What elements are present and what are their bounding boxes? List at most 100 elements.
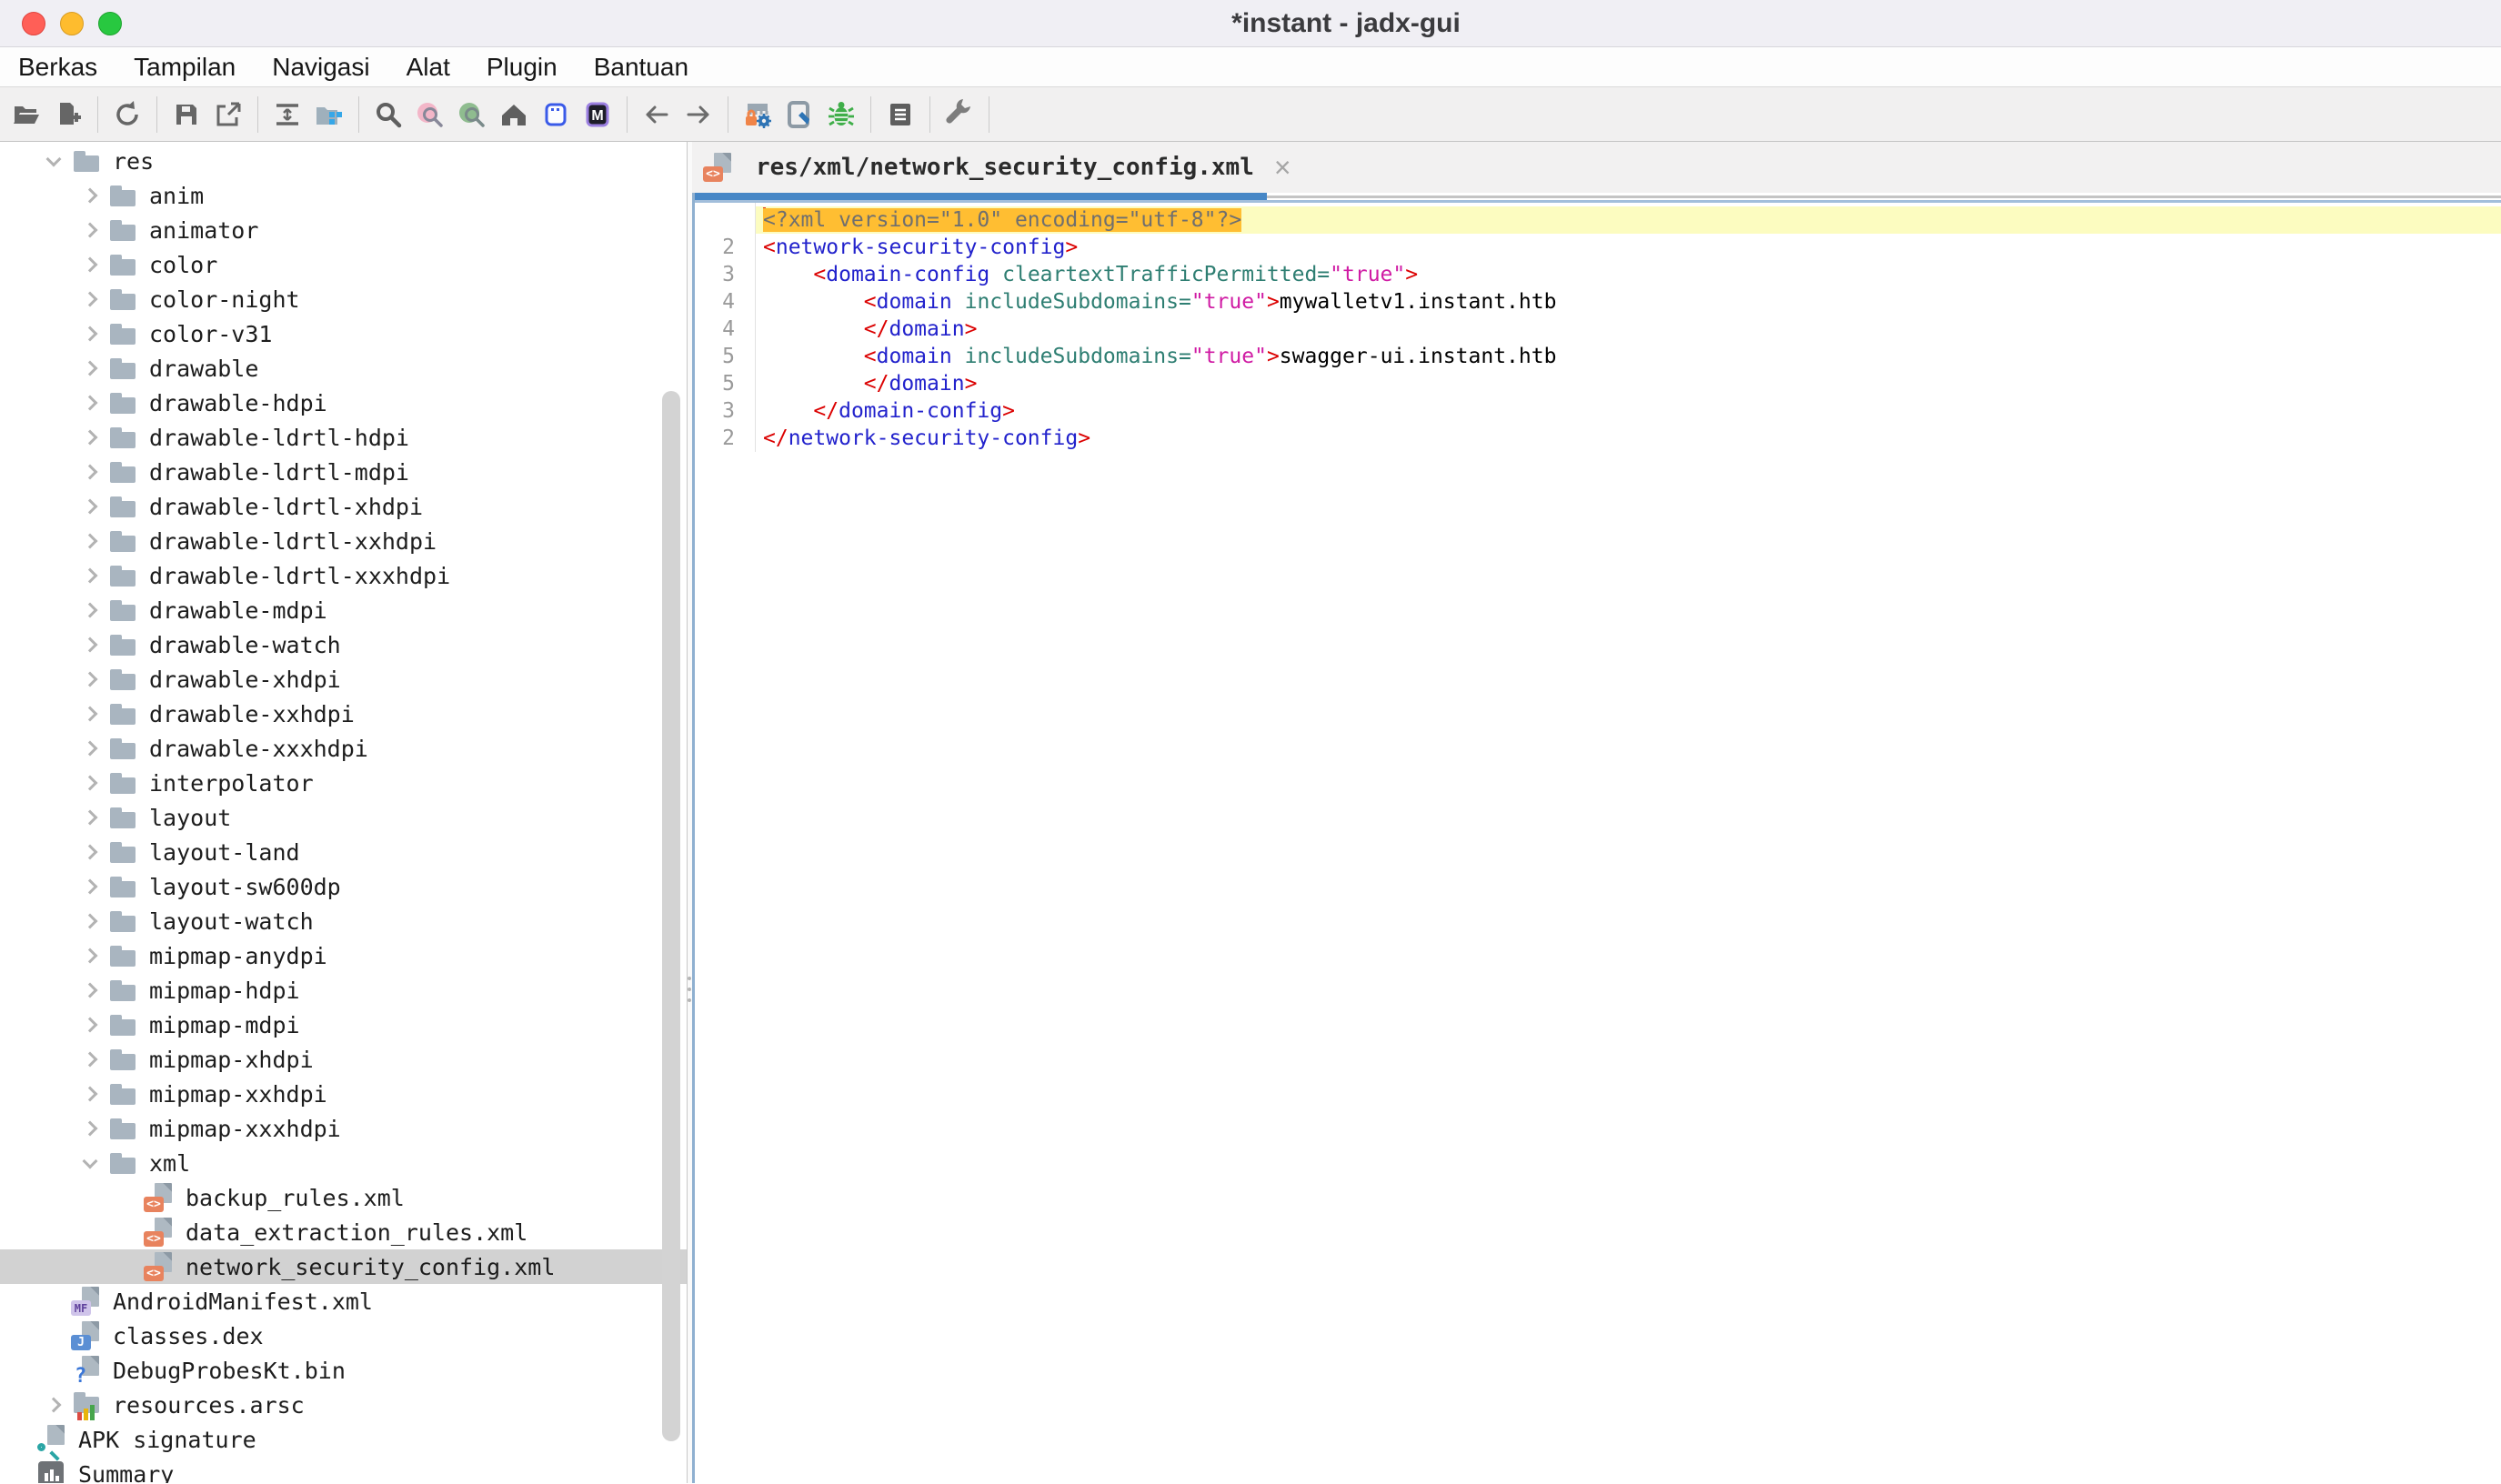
tree-row[interactable]: drawable-mdpi <box>0 593 687 627</box>
chevron-right-icon[interactable] <box>73 639 107 650</box>
tree-row[interactable]: classes.dex <box>0 1319 687 1353</box>
tree-row[interactable]: interpolator <box>0 766 687 800</box>
menu-tampilan[interactable]: Tampilan <box>116 53 254 82</box>
chevron-right-icon[interactable] <box>73 397 107 408</box>
code-text[interactable]: </domain> <box>755 370 2501 397</box>
code-text[interactable]: <network-security-config> <box>755 234 2501 261</box>
code-text[interactable]: </domain> <box>755 316 2501 343</box>
tree-row[interactable]: drawable-xhdpi <box>0 662 687 697</box>
tree-row[interactable]: APK signature <box>0 1422 687 1457</box>
tree-row[interactable]: mipmap-hdpi <box>0 973 687 1008</box>
tree-row[interactable]: mipmap-xxhdpi <box>0 1077 687 1111</box>
tree-row[interactable]: AndroidManifest.xml <box>0 1284 687 1319</box>
tree-row[interactable]: drawable-xxxhdpi <box>0 731 687 766</box>
chevron-right-icon[interactable] <box>73 294 107 305</box>
deobfuscation-button[interactable] <box>737 94 778 135</box>
device-preview-button[interactable] <box>535 94 577 135</box>
chevron-right-icon[interactable] <box>73 1088 107 1099</box>
tree-row[interactable]: xml <box>0 1146 687 1180</box>
tree-row[interactable]: layout-land <box>0 835 687 869</box>
tree-row[interactable]: drawable-ldrtl-hdpi <box>0 420 687 455</box>
chevron-right-icon[interactable] <box>36 1399 71 1410</box>
tree-row[interactable]: res <box>0 144 687 178</box>
chevron-right-icon[interactable] <box>73 225 107 236</box>
open-file-button[interactable] <box>5 94 47 135</box>
menu-navigasi[interactable]: Navigasi <box>254 53 387 82</box>
tree-row[interactable]: drawable-hdpi <box>0 386 687 420</box>
chevron-right-icon[interactable] <box>73 570 107 581</box>
tree-row[interactable]: network_security_config.xml <box>0 1249 687 1284</box>
chevron-right-icon[interactable] <box>73 812 107 823</box>
chevron-right-icon[interactable] <box>73 985 107 996</box>
chevron-right-icon[interactable] <box>73 1123 107 1134</box>
log-viewer-button[interactable] <box>879 94 921 135</box>
tree-row[interactable]: anim <box>0 178 687 213</box>
code-text[interactable]: </network-security-config> <box>755 425 2501 452</box>
chevron-right-icon[interactable] <box>73 777 107 788</box>
tree-row[interactable]: color-v31 <box>0 316 687 351</box>
debugger-button[interactable] <box>820 94 862 135</box>
tree-row[interactable]: mipmap-xxxhdpi <box>0 1111 687 1146</box>
tree-row[interactable]: layout-sw600dp <box>0 869 687 904</box>
code-text[interactable]: <?xml version="1.0" encoding="utf-8"?> <box>755 206 2501 234</box>
fit-width-button[interactable] <box>266 94 308 135</box>
tree-row[interactable]: data_extraction_rules.xml <box>0 1215 687 1249</box>
main-activity-button[interactable] <box>493 94 535 135</box>
code-text[interactable]: <domain-config cleartextTrafficPermitted… <box>755 261 2501 288</box>
chevron-right-icon[interactable] <box>73 916 107 927</box>
nav-back-button[interactable] <box>636 94 678 135</box>
chevron-right-icon[interactable] <box>73 432 107 443</box>
export-button[interactable] <box>207 94 249 135</box>
menu-bantuan[interactable]: Bantuan <box>576 53 707 82</box>
chevron-right-icon[interactable] <box>73 1054 107 1065</box>
tree-row[interactable]: DebugProbesKt.bin <box>0 1353 687 1388</box>
tree-row[interactable]: drawable <box>0 351 687 386</box>
chevron-right-icon[interactable] <box>73 950 107 961</box>
chevron-right-icon[interactable] <box>73 674 107 685</box>
chevron-right-icon[interactable] <box>73 847 107 857</box>
tree-row[interactable]: drawable-watch <box>0 627 687 662</box>
chevron-right-icon[interactable] <box>73 1019 107 1030</box>
code-text[interactable]: </domain-config> <box>755 397 2501 425</box>
class-search-button[interactable] <box>409 94 451 135</box>
chevron-right-icon[interactable] <box>73 708 107 719</box>
tree-row[interactable]: mipmap-mdpi <box>0 1008 687 1042</box>
tree-row[interactable]: drawable-xxhdpi <box>0 697 687 731</box>
menu-berkas[interactable]: Berkas <box>0 53 116 82</box>
tab-network-security-config[interactable]: res/xml/network_security_config.xml × <box>703 142 1291 193</box>
chevron-right-icon[interactable] <box>73 743 107 754</box>
tree-row[interactable]: drawable-ldrtl-xxxhdpi <box>0 558 687 593</box>
chevron-right-icon[interactable] <box>73 363 107 374</box>
nav-forward-button[interactable] <box>678 94 719 135</box>
adb-device-button[interactable] <box>778 94 820 135</box>
jadx-mascot-button[interactable]: M <box>577 94 618 135</box>
comment-search-button[interactable] <box>451 94 493 135</box>
global-search-button[interactable] <box>367 94 409 135</box>
menu-plugin[interactable]: Plugin <box>468 53 576 82</box>
tree-row[interactable]: mipmap-anydpi <box>0 938 687 973</box>
tree-row[interactable]: drawable-ldrtl-xhdpi <box>0 489 687 524</box>
code-text[interactable]: <domain includeSubdomains="true">mywalle… <box>755 288 2501 316</box>
tree-row[interactable]: animator <box>0 213 687 247</box>
chevron-right-icon[interactable] <box>73 259 107 270</box>
save-all-button[interactable] <box>166 94 207 135</box>
tree-row[interactable]: Summary <box>0 1457 687 1483</box>
tree-row[interactable]: mipmap-xhdpi <box>0 1042 687 1077</box>
tree-row[interactable]: color-night <box>0 282 687 316</box>
tree-scrollbar-thumb[interactable] <box>662 391 680 1441</box>
add-files-button[interactable] <box>47 94 89 135</box>
tree-row[interactable]: layout <box>0 800 687 835</box>
chevron-down-icon[interactable] <box>36 157 71 165</box>
tree-row[interactable]: resources.arsc <box>0 1388 687 1422</box>
chevron-right-icon[interactable] <box>73 605 107 616</box>
code-text[interactable]: <domain includeSubdomains="true">swagger… <box>755 343 2501 370</box>
chevron-right-icon[interactable] <box>73 536 107 546</box>
tree-row[interactable]: drawable-ldrtl-xxhdpi <box>0 524 687 558</box>
tree-row[interactable]: color <box>0 247 687 282</box>
chevron-right-icon[interactable] <box>73 881 107 892</box>
tree-row[interactable]: drawable-ldrtl-mdpi <box>0 455 687 489</box>
code-editor[interactable]: <?xml version="1.0" encoding="utf-8"?>2<… <box>695 203 2501 452</box>
tab-close-icon[interactable]: × <box>1274 153 1291 182</box>
chevron-right-icon[interactable] <box>73 466 107 477</box>
chevron-right-icon[interactable] <box>73 328 107 339</box>
